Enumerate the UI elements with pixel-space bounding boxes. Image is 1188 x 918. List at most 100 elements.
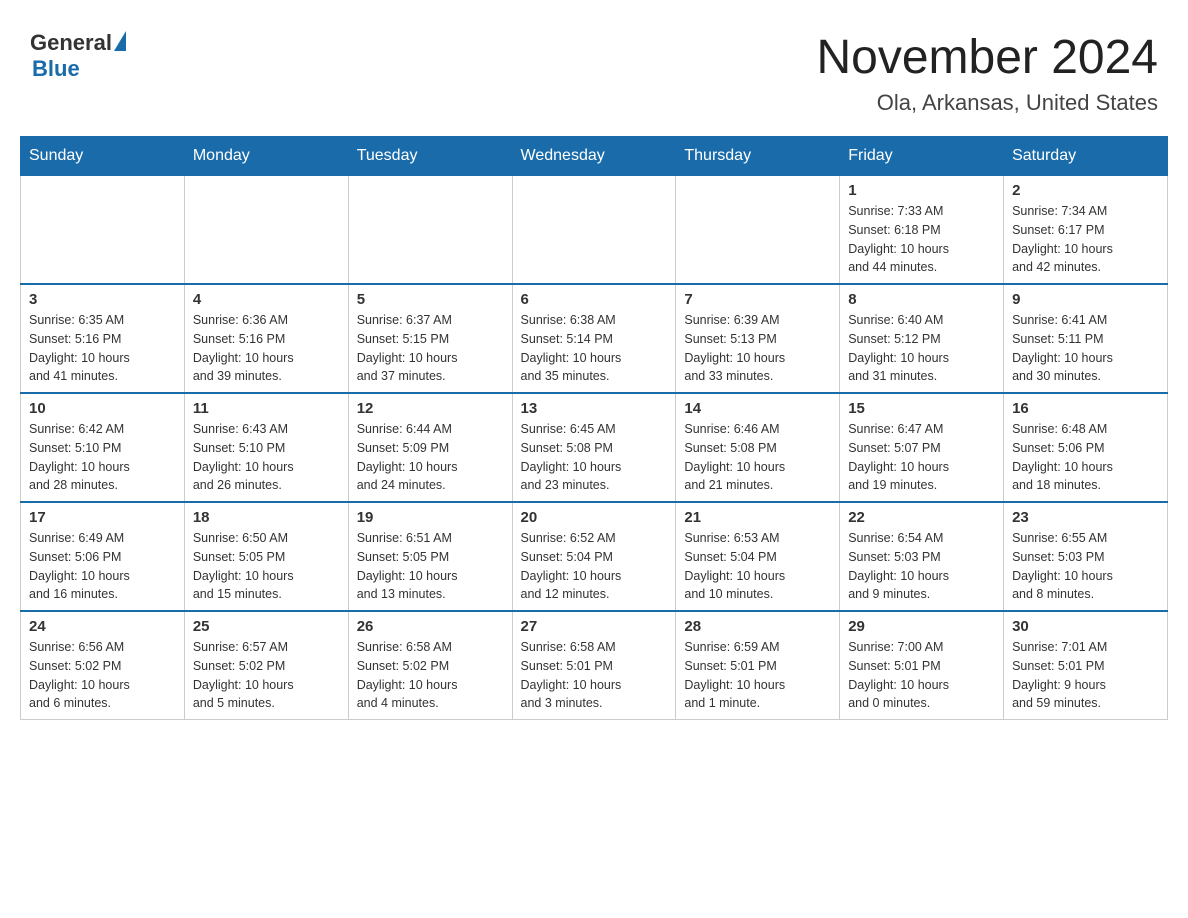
day-number: 8 xyxy=(848,291,995,308)
logo: General Blue xyxy=(30,30,126,82)
day-number: 20 xyxy=(521,509,668,526)
day-info: Sunrise: 6:57 AM Sunset: 5:02 PM Dayligh… xyxy=(193,638,340,713)
day-number: 15 xyxy=(848,400,995,417)
day-info: Sunrise: 6:54 AM Sunset: 5:03 PM Dayligh… xyxy=(848,529,995,604)
day-number: 21 xyxy=(684,509,831,526)
weekday-header-friday: Friday xyxy=(840,137,1004,176)
day-number: 9 xyxy=(1012,291,1159,308)
day-info: Sunrise: 6:53 AM Sunset: 5:04 PM Dayligh… xyxy=(684,529,831,604)
day-info: Sunrise: 6:46 AM Sunset: 5:08 PM Dayligh… xyxy=(684,420,831,495)
calendar-cell: 22 Sunrise: 6:54 AM Sunset: 5:03 PM Dayli… xyxy=(840,502,1004,611)
day-info: Sunrise: 6:58 AM Sunset: 5:01 PM Dayligh… xyxy=(521,638,668,713)
logo-general-text: General xyxy=(30,30,112,56)
calendar-cell: 28 Sunrise: 6:59 AM Sunset: 5:01 PM Dayli… xyxy=(676,611,840,720)
day-info: Sunrise: 6:47 AM Sunset: 5:07 PM Dayligh… xyxy=(848,420,995,495)
day-info: Sunrise: 6:48 AM Sunset: 5:06 PM Dayligh… xyxy=(1012,420,1159,495)
day-info: Sunrise: 7:00 AM Sunset: 5:01 PM Dayligh… xyxy=(848,638,995,713)
calendar-cell: 19Sunrise: 6:51 AM Sunset: 5:05 PM Dayli… xyxy=(348,502,512,611)
calendar-cell: 26 Sunrise: 6:58 AM Sunset: 5:02 PM Dayli… xyxy=(348,611,512,720)
day-number: 6 xyxy=(521,291,668,308)
calendar-cell: 4 Sunrise: 6:36 AM Sunset: 5:16 PM Daylig… xyxy=(184,284,348,393)
calendar-header-row: SundayMondayTuesdayWednesdayThursdayFrid… xyxy=(21,137,1168,176)
day-number: 5 xyxy=(357,291,504,308)
day-info: Sunrise: 6:37 AM Sunset: 5:15 PM Dayligh… xyxy=(357,311,504,386)
day-info: Sunrise: 6:56 AM Sunset: 5:02 PM Dayligh… xyxy=(29,638,176,713)
day-info: Sunrise: 7:01 AM Sunset: 5:01 PM Dayligh… xyxy=(1012,638,1159,713)
day-number: 23 xyxy=(1012,509,1159,526)
day-info: Sunrise: 6:44 AM Sunset: 5:09 PM Dayligh… xyxy=(357,420,504,495)
calendar-table: SundayMondayTuesdayWednesdayThursdayFrid… xyxy=(20,136,1168,720)
calendar-week-row: 1 Sunrise: 7:33 AM Sunset: 6:18 PM Daylig… xyxy=(21,176,1168,285)
calendar-cell: 11Sunrise: 6:43 AM Sunset: 5:10 PM Dayli… xyxy=(184,393,348,502)
weekday-header-thursday: Thursday xyxy=(676,137,840,176)
day-info: Sunrise: 6:36 AM Sunset: 5:16 PM Dayligh… xyxy=(193,311,340,386)
calendar-cell: 30 Sunrise: 7:01 AM Sunset: 5:01 PM Dayli… xyxy=(1004,611,1168,720)
logo-triangle-icon xyxy=(114,31,126,51)
day-number: 26 xyxy=(357,618,504,635)
day-number: 27 xyxy=(521,618,668,635)
weekday-header-monday: Monday xyxy=(184,137,348,176)
calendar-cell: 2 Sunrise: 7:34 AM Sunset: 6:17 PM Daylig… xyxy=(1004,176,1168,285)
day-number: 13 xyxy=(521,400,668,417)
weekday-header-tuesday: Tuesday xyxy=(348,137,512,176)
weekday-header-sunday: Sunday xyxy=(21,137,185,176)
day-info: Sunrise: 6:42 AM Sunset: 5:10 PM Dayligh… xyxy=(29,420,176,495)
calendar-cell: 21 Sunrise: 6:53 AM Sunset: 5:04 PM Dayli… xyxy=(676,502,840,611)
day-number: 12 xyxy=(357,400,504,417)
calendar-week-row: 3 Sunrise: 6:35 AM Sunset: 5:16 PM Daylig… xyxy=(21,284,1168,393)
day-info: Sunrise: 6:59 AM Sunset: 5:01 PM Dayligh… xyxy=(684,638,831,713)
calendar-cell: 14Sunrise: 6:46 AM Sunset: 5:08 PM Dayli… xyxy=(676,393,840,502)
day-info: Sunrise: 7:33 AM Sunset: 6:18 PM Dayligh… xyxy=(848,202,995,277)
calendar-cell: 13 Sunrise: 6:45 AM Sunset: 5:08 PM Dayli… xyxy=(512,393,676,502)
calendar-cell xyxy=(348,176,512,285)
calendar-cell: 23 Sunrise: 6:55 AM Sunset: 5:03 PM Dayli… xyxy=(1004,502,1168,611)
day-number: 30 xyxy=(1012,618,1159,635)
day-number: 3 xyxy=(29,291,176,308)
day-number: 11 xyxy=(193,400,340,417)
calendar-cell: 3 Sunrise: 6:35 AM Sunset: 5:16 PM Daylig… xyxy=(21,284,185,393)
calendar-cell: 16 Sunrise: 6:48 AM Sunset: 5:06 PM Dayli… xyxy=(1004,393,1168,502)
day-number: 7 xyxy=(684,291,831,308)
day-number: 10 xyxy=(29,400,176,417)
day-info: Sunrise: 6:40 AM Sunset: 5:12 PM Dayligh… xyxy=(848,311,995,386)
calendar-cell: 27 Sunrise: 6:58 AM Sunset: 5:01 PM Dayli… xyxy=(512,611,676,720)
calendar-cell: 24 Sunrise: 6:56 AM Sunset: 5:02 PM Dayli… xyxy=(21,611,185,720)
calendar-cell xyxy=(676,176,840,285)
day-info: Sunrise: 6:49 AM Sunset: 5:06 PM Dayligh… xyxy=(29,529,176,604)
day-number: 19 xyxy=(357,509,504,526)
day-info: Sunrise: 6:38 AM Sunset: 5:14 PM Dayligh… xyxy=(521,311,668,386)
day-info: Sunrise: 7:34 AM Sunset: 6:17 PM Dayligh… xyxy=(1012,202,1159,277)
title-section: November 2024 Ola, Arkansas, United Stat… xyxy=(816,30,1158,116)
weekday-header-saturday: Saturday xyxy=(1004,137,1168,176)
day-info: Sunrise: 6:35 AM Sunset: 5:16 PM Dayligh… xyxy=(29,311,176,386)
calendar-cell: 8 Sunrise: 6:40 AM Sunset: 5:12 PM Daylig… xyxy=(840,284,1004,393)
logo-blue-text: Blue xyxy=(32,56,80,82)
day-info: Sunrise: 6:41 AM Sunset: 5:11 PM Dayligh… xyxy=(1012,311,1159,386)
calendar-cell: 10 Sunrise: 6:42 AM Sunset: 5:10 PM Dayli… xyxy=(21,393,185,502)
calendar-cell: 7Sunrise: 6:39 AM Sunset: 5:13 PM Daylig… xyxy=(676,284,840,393)
day-number: 4 xyxy=(193,291,340,308)
calendar-cell: 29 Sunrise: 7:00 AM Sunset: 5:01 PM Dayli… xyxy=(840,611,1004,720)
day-number: 22 xyxy=(848,509,995,526)
calendar-cell: 15 Sunrise: 6:47 AM Sunset: 5:07 PM Dayli… xyxy=(840,393,1004,502)
day-number: 1 xyxy=(848,182,995,199)
calendar-week-row: 10 Sunrise: 6:42 AM Sunset: 5:10 PM Dayli… xyxy=(21,393,1168,502)
calendar-cell: 20Sunrise: 6:52 AM Sunset: 5:04 PM Dayli… xyxy=(512,502,676,611)
day-info: Sunrise: 6:58 AM Sunset: 5:02 PM Dayligh… xyxy=(357,638,504,713)
page-title: November 2024 xyxy=(816,30,1158,85)
page-header: General Blue November 2024 Ola, Arkansas… xyxy=(20,20,1168,116)
day-number: 29 xyxy=(848,618,995,635)
day-number: 24 xyxy=(29,618,176,635)
day-number: 2 xyxy=(1012,182,1159,199)
calendar-cell xyxy=(512,176,676,285)
calendar-week-row: 17Sunrise: 6:49 AM Sunset: 5:06 PM Dayli… xyxy=(21,502,1168,611)
day-info: Sunrise: 6:45 AM Sunset: 5:08 PM Dayligh… xyxy=(521,420,668,495)
calendar-cell: 18 Sunrise: 6:50 AM Sunset: 5:05 PM Dayli… xyxy=(184,502,348,611)
calendar-cell: 9 Sunrise: 6:41 AM Sunset: 5:11 PM Daylig… xyxy=(1004,284,1168,393)
day-number: 28 xyxy=(684,618,831,635)
day-info: Sunrise: 6:55 AM Sunset: 5:03 PM Dayligh… xyxy=(1012,529,1159,604)
day-number: 18 xyxy=(193,509,340,526)
day-info: Sunrise: 6:50 AM Sunset: 5:05 PM Dayligh… xyxy=(193,529,340,604)
day-number: 16 xyxy=(1012,400,1159,417)
calendar-cell: 25Sunrise: 6:57 AM Sunset: 5:02 PM Dayli… xyxy=(184,611,348,720)
